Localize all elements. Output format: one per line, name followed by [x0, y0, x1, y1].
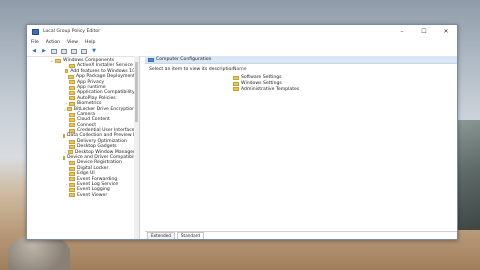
app-icon	[32, 28, 39, 35]
folder-icon	[69, 139, 75, 144]
folder-icon	[69, 80, 75, 85]
minimize-button[interactable]: –	[391, 25, 413, 38]
folder-icon	[63, 134, 65, 139]
export-list-icon[interactable]	[70, 48, 78, 55]
folder-icon	[69, 96, 75, 101]
folder-icon	[69, 166, 75, 171]
folder-icon	[69, 193, 75, 198]
tab-extended[interactable]: Extended	[147, 232, 175, 239]
maximize-button[interactable]: ☐	[413, 25, 435, 38]
breadcrumb: Computer Configuration	[145, 56, 457, 64]
folder-icon	[69, 177, 75, 182]
folder-icon	[69, 85, 75, 90]
forward-arrow-icon[interactable]: ▶	[40, 48, 48, 55]
folder-icon	[69, 188, 75, 193]
folder-icon	[64, 69, 69, 74]
name-column-header[interactable]: Name	[233, 67, 299, 72]
folder-icon	[69, 101, 75, 106]
computer-config-icon	[148, 57, 154, 62]
folder-icon	[69, 112, 75, 117]
window-title: Local Group Policy Editor	[43, 29, 101, 34]
folder-icon	[67, 107, 72, 112]
menu-action[interactable]: Action	[46, 40, 60, 45]
close-button[interactable]: ✕	[435, 25, 457, 38]
folder-icon	[67, 150, 73, 155]
show-tree-icon[interactable]	[60, 48, 68, 55]
folder-up-icon[interactable]	[50, 48, 58, 55]
folder-icon	[69, 123, 75, 128]
tree-item[interactable]: Event Viewer	[27, 193, 135, 198]
folder-icon	[69, 144, 75, 149]
name-column: Name Software Settings Windows Settings …	[233, 67, 299, 92]
menu-view[interactable]: View	[67, 40, 78, 45]
tree-item-label: Event Viewer	[77, 192, 108, 198]
tree-scroll-thumb[interactable]	[135, 62, 138, 122]
folder-icon	[69, 64, 75, 69]
folder-icon	[69, 171, 75, 176]
back-arrow-icon[interactable]: ◀	[30, 48, 38, 55]
list-item[interactable]: Administrative Templates	[233, 87, 299, 93]
folder-icon	[68, 74, 74, 79]
folder-icon	[63, 155, 65, 160]
folder-icon	[69, 161, 75, 166]
menu-bar: File Action View Help	[27, 38, 457, 46]
folder-icon	[233, 81, 239, 86]
view-tabs: Extended Standard	[145, 231, 457, 239]
folder-icon	[69, 182, 75, 187]
details-pane: Computer Configuration Select an item to…	[145, 56, 457, 239]
folder-icon	[233, 75, 239, 80]
menu-file[interactable]: File	[31, 40, 39, 45]
tab-standard[interactable]: Standard	[176, 232, 204, 239]
help-icon[interactable]	[80, 48, 88, 55]
policy-tree: ⌄ Windows Components ActiveX Installer Ser…	[27, 56, 140, 239]
menu-help[interactable]: Help	[85, 40, 95, 45]
description-text: Select an item to view its description.	[149, 67, 236, 72]
group-policy-editor-window: Local Group Policy Editor – ☐ ✕ File Act…	[26, 24, 458, 240]
folder-icon	[233, 87, 239, 92]
folder-icon	[69, 117, 75, 122]
folder-icon	[69, 91, 75, 96]
title-bar[interactable]: Local Group Policy Editor – ☐ ✕	[27, 25, 457, 38]
folder-icon	[55, 58, 61, 63]
tree-scrollbar[interactable]	[134, 56, 139, 239]
filter-icon[interactable]: ▼	[90, 48, 98, 55]
breadcrumb-label: Computer Configuration	[156, 57, 212, 62]
